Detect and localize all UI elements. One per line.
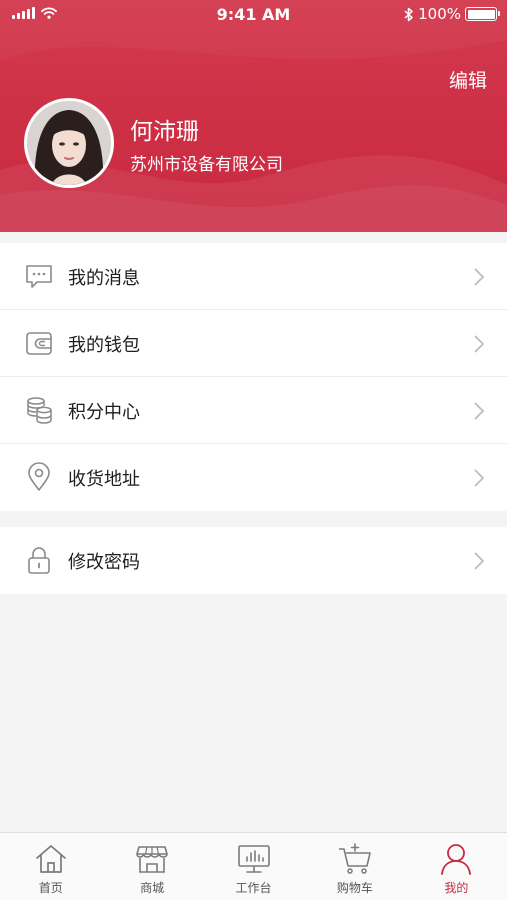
menu-item-label: 修改密码 bbox=[68, 552, 140, 573]
avatar-portrait-icon bbox=[27, 101, 111, 185]
user-icon bbox=[441, 844, 472, 875]
tab-label: 工作台 bbox=[235, 881, 272, 895]
chevron-right-icon bbox=[474, 469, 485, 487]
monitor-chart-icon bbox=[237, 845, 270, 873]
menu-item-label: 积分中心 bbox=[68, 402, 140, 423]
tab-label: 我的 bbox=[444, 881, 469, 895]
status-bar: 9:41 AM 100% bbox=[0, 0, 507, 30]
store-icon bbox=[136, 846, 168, 873]
tab-home[interactable]: 首页 bbox=[0, 833, 101, 900]
bottom-tab-bar: 首页 商城 工作台 购物车 我的 bbox=[0, 832, 507, 900]
tab-label: 首页 bbox=[38, 881, 63, 895]
tab-workbench[interactable]: 工作台 bbox=[203, 833, 304, 900]
cart-icon bbox=[338, 843, 371, 874]
tab-label: 购物车 bbox=[336, 881, 373, 895]
tab-cart[interactable]: 购物车 bbox=[304, 833, 405, 900]
user-company: 苏州市设备有限公司 bbox=[130, 155, 283, 175]
user-name: 何沛珊 bbox=[130, 119, 199, 145]
tab-label: 商城 bbox=[140, 881, 165, 895]
menu-item-points[interactable]: 积分中心 bbox=[0, 377, 507, 444]
chevron-right-icon bbox=[474, 335, 485, 353]
menu-item-label: 我的消息 bbox=[68, 268, 140, 289]
menu-item-label: 收货地址 bbox=[68, 469, 140, 490]
wallet-icon bbox=[26, 332, 52, 355]
tab-store[interactable]: 商城 bbox=[101, 833, 202, 900]
lock-icon bbox=[28, 547, 50, 574]
menu-item-address[interactable]: 收货地址 bbox=[0, 444, 507, 511]
battery-percent: 100% bbox=[418, 5, 461, 23]
profile-header: 9:41 AM 100% 编辑 何沛珊 苏州市设备有限公司 bbox=[0, 0, 507, 232]
chevron-right-icon bbox=[474, 268, 485, 286]
menu-item-label: 我的钱包 bbox=[68, 335, 140, 356]
location-icon bbox=[28, 462, 50, 491]
battery-indicators: 100% bbox=[404, 5, 500, 23]
coins-icon bbox=[27, 397, 52, 424]
menu-item-change-password[interactable]: 修改密码 bbox=[0, 527, 507, 594]
menu-item-messages[interactable]: 我的消息 bbox=[0, 243, 507, 310]
chevron-right-icon bbox=[474, 402, 485, 420]
chevron-right-icon bbox=[474, 552, 485, 570]
edit-button[interactable]: 编辑 bbox=[449, 66, 487, 93]
battery-icon bbox=[465, 7, 500, 21]
home-icon bbox=[35, 845, 66, 873]
menu-group-security: 修改密码 bbox=[0, 527, 507, 594]
menu-item-wallet[interactable]: 我的钱包 bbox=[0, 310, 507, 377]
message-icon bbox=[26, 265, 52, 288]
tab-mine[interactable]: 我的 bbox=[406, 833, 507, 900]
bluetooth-icon bbox=[404, 7, 413, 21]
menu-group-account: 我的消息 我的钱包 积分中心 收货地址 bbox=[0, 243, 507, 511]
avatar[interactable] bbox=[24, 98, 114, 188]
